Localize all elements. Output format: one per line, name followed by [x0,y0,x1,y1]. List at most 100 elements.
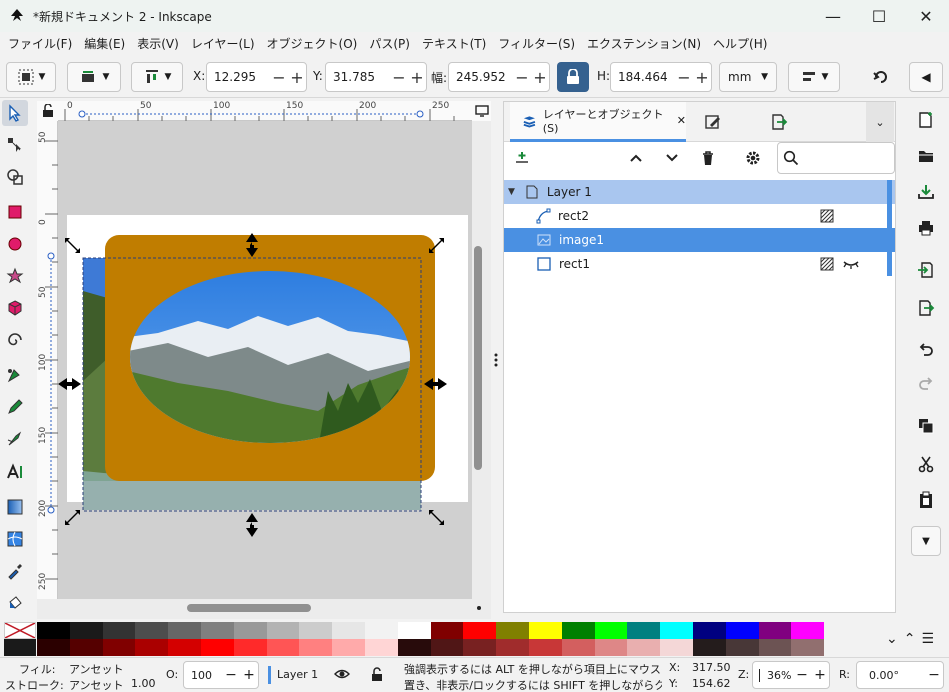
lock-ratio-button[interactable] [557,62,589,92]
palette-swatch[interactable] [791,622,825,639]
palette-swatch[interactable] [627,639,661,656]
rotation-minus-button[interactable]: − [925,667,943,683]
object-row-image1[interactable]: image1 [504,228,895,252]
more-commands-button[interactable]: ▼ [911,526,941,556]
palette-swatch[interactable] [69,622,103,639]
undo-button[interactable] [912,336,940,364]
delete-button[interactable] [700,150,720,170]
palette-swatch[interactable] [299,639,333,656]
palette-swatch[interactable] [660,639,694,656]
palette-swatch[interactable] [397,639,431,656]
pen-tool[interactable] [2,362,28,388]
rectangle-tool[interactable] [2,199,28,225]
select-all-dropdown[interactable]: ▼ [6,62,56,92]
palette-swatch[interactable] [233,639,267,656]
rotation-spinbox[interactable]: 0.00° − [856,661,944,689]
width-minus-button[interactable]: − [513,68,531,87]
palette-swatch[interactable] [37,639,70,656]
palette-swatch[interactable] [758,622,792,639]
width-spinbox[interactable]: 245.952 − + [448,62,550,92]
menu-path[interactable]: パス(P) [363,32,416,56]
copy-button[interactable] [912,412,940,440]
eye-hidden-icon[interactable] [843,258,859,270]
palette-swatch[interactable] [365,639,398,656]
mesh-tool[interactable] [2,526,28,552]
palette-swatch[interactable] [365,622,398,639]
object-row-rect2[interactable]: rect2 [504,204,895,228]
palette-swatch[interactable] [693,622,726,639]
palette-swatch[interactable] [463,622,497,639]
save-button[interactable] [912,178,940,206]
x-plus-button[interactable]: + [288,68,306,87]
menu-filters[interactable]: フィルター(S) [492,32,581,56]
paste-button[interactable] [912,486,940,514]
hamburger-menu-icon[interactable]: ☰ [921,631,934,647]
palette-swatch[interactable] [102,639,136,656]
print-button[interactable] [912,214,940,242]
tab-layers-objects[interactable]: レイヤーとオブジェクト(S) ✕ [510,102,686,142]
cut-button[interactable] [912,450,940,478]
x-spinbox[interactable]: 12.295 − + [206,62,307,92]
palette-swatch[interactable] [660,622,694,639]
menu-text[interactable]: テキスト(T) [416,32,492,56]
palette-swatch[interactable] [693,639,726,656]
palette-swatch[interactable] [430,639,464,656]
opacity-plus-button[interactable]: + [240,667,258,683]
palette-swatch[interactable] [496,622,530,639]
add-layer-button[interactable] [514,150,534,170]
fill-value[interactable]: アンセット [69,661,124,677]
panel-menu-button[interactable]: ⌄ [866,102,894,142]
palette-swatch[interactable] [266,622,300,639]
panel-resize-handle[interactable] [494,352,498,368]
panel-settings-button[interactable] [745,150,765,170]
palette-swatch[interactable] [4,639,36,656]
menu-help[interactable]: ヘルプ(H) [707,32,773,56]
layer-row-layer1[interactable]: ▼ Layer 1 [504,180,895,204]
palette-swatch[interactable] [37,622,70,639]
selector-tool[interactable] [2,100,28,126]
drawing-canvas[interactable] [58,121,472,599]
paint-bucket-tool[interactable] [2,590,28,616]
shape-builder-tool[interactable] [2,164,28,190]
canvas-vertical-scrollbar[interactable] [474,246,482,470]
raise-button[interactable] [628,150,648,170]
gradient-tool[interactable] [2,494,28,520]
horizontal-ruler[interactable]: 0 50 100 150 200 250 [58,101,472,121]
tab-fill-stroke[interactable] [704,102,728,142]
menu-view[interactable]: 表示(V) [131,32,185,56]
stroke-value[interactable]: アンセット [69,677,124,692]
palette-swatch[interactable] [529,639,562,656]
palette-swatch[interactable] [561,622,595,639]
x-minus-button[interactable]: − [270,68,288,87]
redo-button[interactable] [912,370,940,398]
menu-edit[interactable]: 編集(E) [78,32,131,56]
palette-swatch[interactable] [201,622,234,639]
star-tool[interactable] [2,263,28,289]
menu-object[interactable]: オブジェクト(O) [261,32,364,56]
snap-options-dropdown[interactable]: ▼ [788,62,840,92]
height-minus-button[interactable]: − [675,68,693,87]
expander-down-icon[interactable]: ▼ [508,187,515,197]
palette-swatch[interactable] [397,622,431,639]
maximize-button[interactable]: ☐ [856,0,902,32]
tab-close-icon[interactable]: ✕ [677,114,686,127]
menu-layer[interactable]: レイヤー(L) [185,32,261,56]
y-spinbox[interactable]: 31.785 − + [325,62,427,92]
dropper-tool[interactable] [2,558,28,584]
palette-swatch[interactable] [299,622,333,639]
current-layer-name[interactable]: Layer 1 [277,668,318,681]
transform-dropdown[interactable]: ▼ [67,62,121,92]
object-row-rect1[interactable]: rect1 [504,252,895,276]
palette-swatch[interactable] [201,639,234,656]
no-paint-swatch[interactable] [4,622,36,639]
palette-swatch[interactable] [725,639,759,656]
palette-swatch[interactable] [168,622,202,639]
3d-box-tool[interactable] [2,295,28,321]
open-document-button[interactable] [912,142,940,170]
palette-swatch[interactable] [561,639,595,656]
menu-file[interactable]: ファイル(F) [2,32,78,56]
node-tool[interactable] [2,132,28,158]
height-spinbox[interactable]: 184.464 − + [610,62,712,92]
y-minus-button[interactable]: − [390,68,408,87]
palette-swatch[interactable] [233,622,267,639]
